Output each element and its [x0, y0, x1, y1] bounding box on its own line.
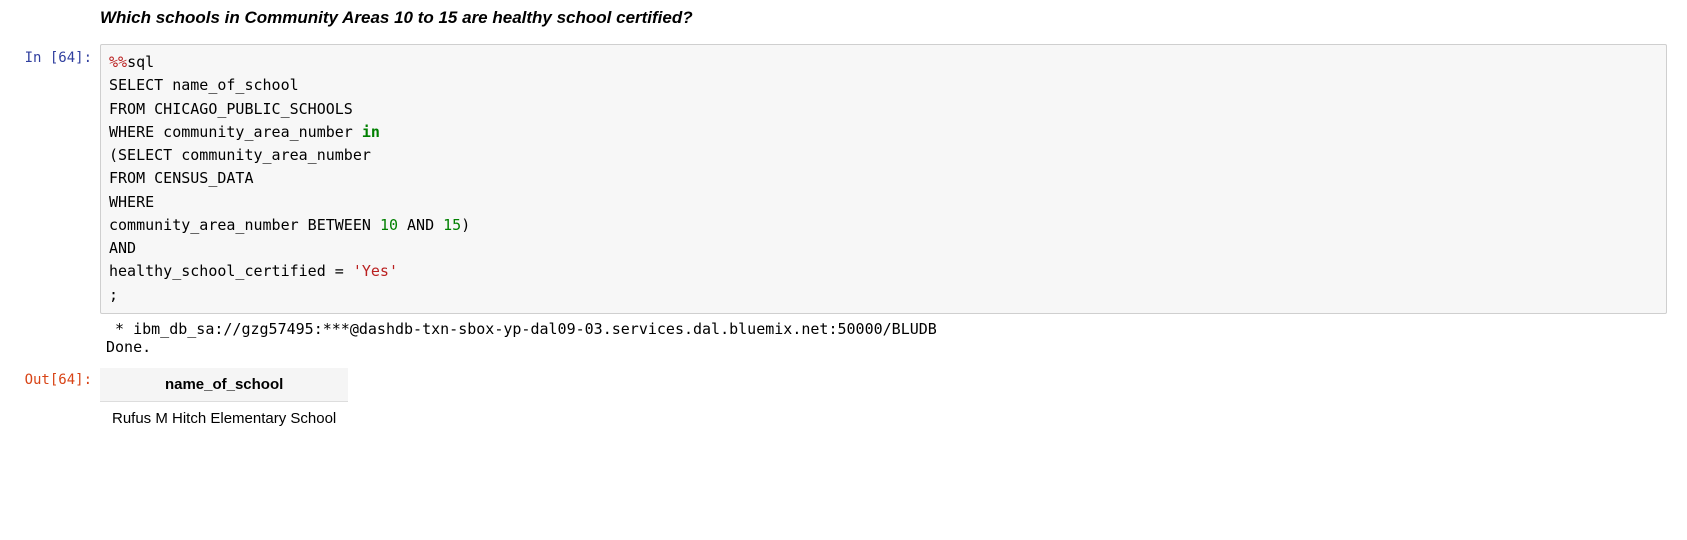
code-line: community_area_number BETWEEN — [109, 216, 380, 234]
empty-prompt: . — [0, 4, 100, 36]
code-line: AND — [109, 239, 136, 257]
keyword-in: in — [362, 123, 380, 141]
code-line: ) — [461, 216, 470, 234]
table-cell: Rufus M Hitch Elementary School — [100, 401, 348, 435]
cell-magic-prefix: %% — [109, 53, 127, 71]
number-literal: 10 — [380, 216, 398, 234]
status-done: Done. — [106, 338, 151, 356]
code-line: healthy_school_certified = — [109, 262, 353, 280]
output-cell: Out[64]: name_of_school Rufus M Hitch El… — [0, 362, 1687, 439]
result-table: name_of_school Rufus M Hitch Elementary … — [100, 368, 348, 435]
table-row: Rufus M Hitch Elementary School — [100, 401, 348, 435]
connection-string: * ibm_db_sa://gzg57495:***@dashdb-txn-sb… — [106, 320, 937, 338]
code-line: WHERE — [109, 193, 154, 211]
string-literal: 'Yes' — [353, 262, 398, 280]
column-header: name_of_school — [100, 368, 348, 402]
cell-magic-name: sql — [127, 53, 154, 71]
code-line: (SELECT community_area_number — [109, 146, 371, 164]
code-cell: In [64]: %%sql SELECT name_of_school FRO… — [0, 40, 1687, 362]
code-line: ; — [109, 286, 118, 304]
code-line: FROM CHICAGO_PUBLIC_SCHOOLS — [109, 100, 353, 118]
code-line: WHERE community_area_number — [109, 123, 362, 141]
stdout-output: * ibm_db_sa://gzg57495:***@dashdb-txn-sb… — [100, 314, 1667, 358]
in-prompt: In [64]: — [0, 44, 100, 358]
table-header-row: name_of_school — [100, 368, 348, 402]
code-line: AND — [398, 216, 443, 234]
markdown-cell: . Which schools in Community Areas 10 to… — [0, 0, 1687, 40]
out-prompt: Out[64]: — [0, 366, 100, 435]
code-line: FROM CENSUS_DATA — [109, 169, 254, 187]
question-heading: Which schools in Community Areas 10 to 1… — [100, 4, 1667, 36]
code-input[interactable]: %%sql SELECT name_of_school FROM CHICAGO… — [100, 44, 1667, 314]
code-line: SELECT name_of_school — [109, 76, 299, 94]
number-literal: 15 — [443, 216, 461, 234]
